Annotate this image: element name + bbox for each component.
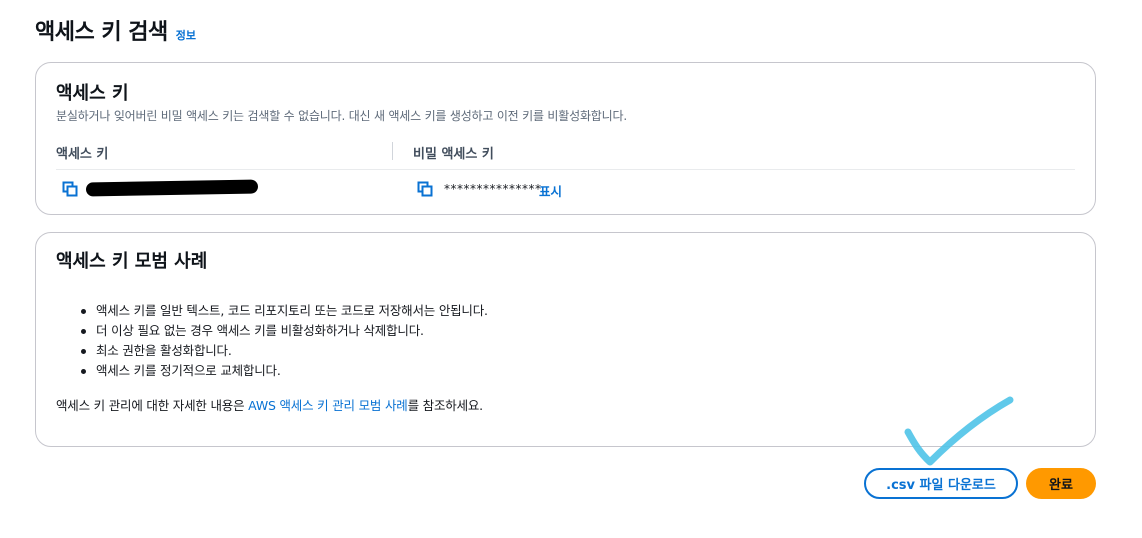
column-divider xyxy=(392,142,393,160)
info-link[interactable]: 정보 xyxy=(176,27,196,43)
best-practices-link[interactable]: AWS 액세스 키 관리 모범 사례 xyxy=(248,398,408,413)
best-practices-title: 액세스 키 모범 사례 xyxy=(56,251,208,272)
secret-key-column-header: 비밀 액세스 키 xyxy=(413,147,494,162)
best-practices-card: 액세스 키 모범 사례 액세스 키를 일반 텍스트, 코드 리포지토리 또는 코… xyxy=(35,232,1096,447)
list-item: 액세스 키를 일반 텍스트, 코드 리포지토리 또는 코드로 저장해서는 안됩니… xyxy=(81,301,488,321)
table-divider xyxy=(56,169,1075,170)
footer-prefix: 액세스 키 관리에 대한 자세한 내용은 xyxy=(56,398,249,413)
copy-icon[interactable] xyxy=(62,181,78,197)
access-key-column-header: 액세스 키 xyxy=(56,147,109,162)
access-key-card-title: 액세스 키 xyxy=(56,83,129,104)
footer-suffix: 를 참조하세요. xyxy=(407,398,484,413)
list-item: 최소 권한을 활성화합니다. xyxy=(81,341,488,361)
redacted-access-key xyxy=(85,179,259,197)
best-practices-footer: 액세스 키 관리에 대한 자세한 내용은 AWS 액세스 키 관리 모범 사례를… xyxy=(56,395,483,414)
show-secret-link[interactable]: 표시 xyxy=(539,181,562,200)
page-title: 액세스 키 검색 xyxy=(35,20,168,45)
list-item: 더 이상 필요 없는 경우 액세스 키를 비활성화하거나 삭제합니다. xyxy=(81,321,488,341)
access-key-card-description: 분실하거나 잊어버린 비밀 액세스 키는 검색할 수 없습니다. 대신 새 액세… xyxy=(56,109,627,123)
done-button[interactable]: 완료 xyxy=(1026,468,1096,499)
page-header: 액세스 키 검색 정보 xyxy=(35,14,196,46)
list-item: 액세스 키를 정기적으로 교체합니다. xyxy=(81,361,488,381)
download-csv-button[interactable]: .csv 파일 다운로드 xyxy=(864,468,1018,499)
copy-icon[interactable] xyxy=(417,181,433,197)
best-practices-list: 액세스 키를 일반 텍스트, 코드 리포지토리 또는 코드로 저장해서는 안됩니… xyxy=(81,301,488,381)
secret-access-key-value: *************** xyxy=(444,182,542,196)
access-key-card: 액세스 키 분실하거나 잊어버린 비밀 액세스 키는 검색할 수 없습니다. 대… xyxy=(35,62,1096,215)
